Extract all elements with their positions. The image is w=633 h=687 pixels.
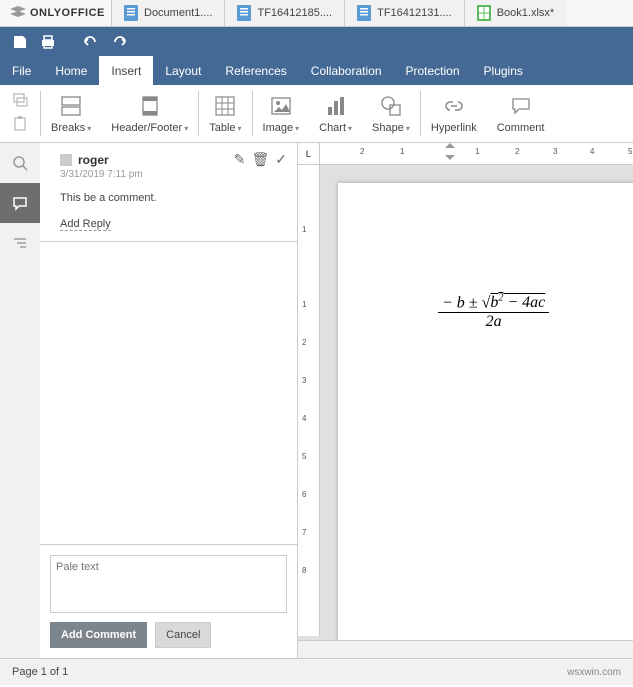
menu-bar: File Home Insert Layout References Colla…: [0, 56, 633, 85]
menu-plugins[interactable]: Plugins: [472, 56, 535, 85]
equation[interactable]: − b ± √b2 − 4ac 2a: [438, 293, 549, 331]
title-bar: ONLYOFFICE Document1.... TF16412185.... …: [0, 0, 633, 27]
document-tab[interactable]: TF16412185....: [225, 0, 345, 26]
menu-file[interactable]: File: [0, 56, 43, 85]
page-indicator: Page 1 of 1: [12, 666, 68, 678]
comment-user: roger: [78, 153, 109, 167]
cancel-button[interactable]: Cancel: [155, 622, 211, 648]
comment-date: 3/31/2019 7:11 pm: [60, 169, 285, 180]
horizontal-ruler[interactable]: 2 1 1 2 3 4 5: [320, 143, 633, 165]
vertical-ruler[interactable]: 1 1 2 3 4 5 6 7 8: [298, 165, 320, 636]
side-tabs: [0, 143, 40, 658]
watermark: wsxwin.com: [567, 667, 621, 678]
edit-icon[interactable]: ✎: [234, 151, 246, 168]
chevron-down-icon: ▾: [406, 124, 410, 133]
app-logo: ONLYOFFICE: [0, 0, 112, 26]
chevron-down-icon: ▾: [184, 124, 188, 133]
ribbon: Breaks▾ Header/Footer▾ Table▾ Image▾ Cha…: [0, 85, 633, 143]
menu-protection[interactable]: Protection: [394, 56, 472, 85]
save-icon[interactable]: [7, 27, 33, 56]
delete-icon[interactable]: 🗑: [251, 151, 269, 168]
first-line-indent[interactable]: [445, 143, 455, 148]
header-footer-button[interactable]: Header/Footer▾: [101, 85, 198, 142]
status-bar: Page 1 of 1 wsxwin.com: [0, 658, 633, 685]
search-tab[interactable]: [0, 143, 40, 183]
menu-home[interactable]: Home: [43, 56, 99, 85]
image-button[interactable]: Image▾: [253, 85, 310, 142]
menu-layout[interactable]: Layout: [153, 56, 213, 85]
add-comment-button[interactable]: Add Comment: [50, 622, 147, 648]
ruler-corner[interactable]: L: [298, 143, 320, 165]
print-icon[interactable]: [33, 27, 63, 56]
undo-icon[interactable]: [75, 27, 105, 56]
chevron-down-icon: ▾: [87, 124, 91, 133]
comments-tab[interactable]: [0, 183, 40, 223]
chart-button[interactable]: Chart▾: [309, 85, 362, 142]
comment-button[interactable]: Comment: [487, 85, 555, 142]
document-area[interactable]: L 2 1 1 2 3 4 5 1 1 2 3 4 5 6 7 8 − b ±: [298, 143, 633, 658]
resolve-icon[interactable]: ✓: [275, 151, 287, 168]
comment-input[interactable]: [50, 555, 287, 613]
shape-button[interactable]: Shape▾: [362, 85, 420, 142]
hanging-indent[interactable]: [445, 155, 455, 160]
document-tab[interactable]: Document1....: [112, 0, 225, 26]
copy-icon[interactable]: [12, 93, 28, 110]
page[interactable]: − b ± √b2 − 4ac 2a: [338, 183, 633, 658]
redo-icon[interactable]: [105, 27, 135, 56]
chevron-down-icon: ▾: [295, 124, 299, 133]
quick-access-bar: [0, 27, 633, 56]
tab-label: TF16412185....: [257, 7, 332, 19]
menu-references[interactable]: References: [213, 56, 298, 85]
menu-insert[interactable]: Insert: [99, 56, 153, 85]
table-button[interactable]: Table▾: [199, 85, 251, 142]
add-reply-link[interactable]: Add Reply: [60, 218, 111, 231]
comment-text: This be a comment.: [60, 192, 285, 204]
horizontal-scrollbar[interactable]: [298, 640, 633, 658]
tab-label: Document1....: [144, 7, 212, 19]
comment-item[interactable]: ✎ 🗑 ✓ roger 3/31/2019 7:11 pm This be a …: [40, 143, 297, 242]
hyperlink-button[interactable]: Hyperlink: [421, 85, 487, 142]
app-name: ONLYOFFICE: [30, 7, 105, 19]
paste-icon[interactable]: [12, 116, 28, 135]
chevron-down-icon: ▾: [348, 124, 352, 133]
document-tab[interactable]: TF16412131....: [345, 0, 465, 26]
chevron-down-icon: ▾: [238, 124, 242, 133]
tab-label: TF16412131....: [377, 7, 452, 19]
spreadsheet-tab[interactable]: Book1.xlsx*: [465, 0, 566, 26]
navigation-tab[interactable]: [0, 223, 40, 263]
breaks-button[interactable]: Breaks▾: [41, 85, 101, 142]
comments-panel: ✎ 🗑 ✓ roger 3/31/2019 7:11 pm This be a …: [40, 143, 298, 658]
work-area: ✎ 🗑 ✓ roger 3/31/2019 7:11 pm This be a …: [0, 143, 633, 658]
menu-collaboration[interactable]: Collaboration: [299, 56, 394, 85]
avatar: [60, 154, 72, 166]
tab-label: Book1.xlsx*: [497, 7, 554, 19]
